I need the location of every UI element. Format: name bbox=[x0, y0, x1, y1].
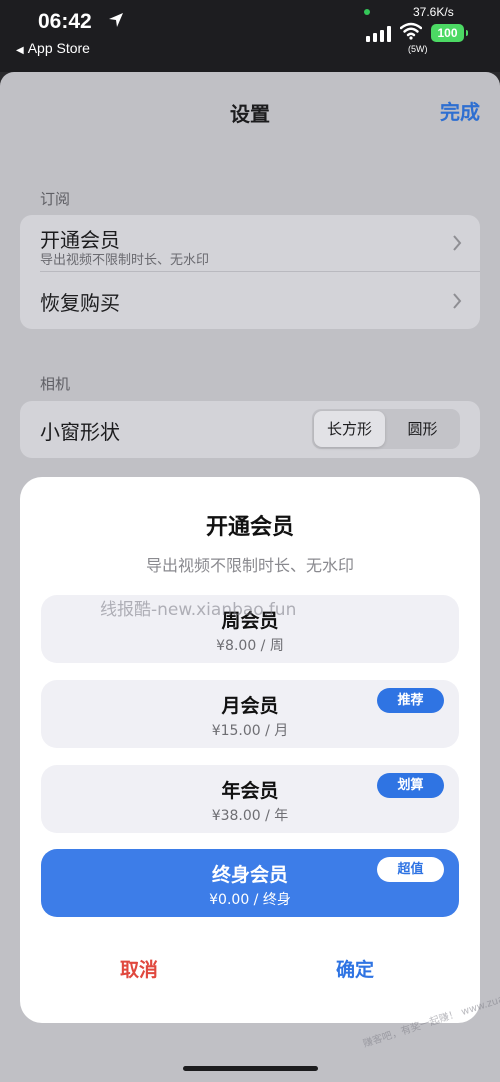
status-bar: 06:42 ◀ App Store 37.6K/s (5W) 100 bbox=[0, 0, 500, 72]
status-time: 06:42 bbox=[38, 10, 92, 33]
home-indicator[interactable] bbox=[183, 1066, 318, 1071]
plan-price: ¥38.00 / 年 bbox=[211, 808, 289, 824]
camera-group: 小窗形状 长方形 圆形 bbox=[20, 401, 480, 458]
plan-price: ¥8.00 / 周 bbox=[216, 638, 284, 654]
row-subtitle: 导出视频不限制时长、无水印 bbox=[40, 253, 210, 268]
page-title: 设置 bbox=[230, 102, 270, 126]
row-title: 恢复购买 bbox=[40, 291, 120, 315]
cellular-signal-icon bbox=[366, 26, 391, 42]
segment-circle[interactable]: 圆形 bbox=[387, 411, 458, 447]
back-app-label: App Store bbox=[27, 40, 90, 56]
plan-price: ¥0.00 / 终身 bbox=[209, 892, 291, 908]
membership-dialog: 开通会员 导出视频不限制时长、无水印 周会员 ¥8.00 / 周 线报酷-new… bbox=[20, 477, 480, 1023]
watermark-text: 线报酷-new.xianbao.fun bbox=[100, 600, 297, 620]
battery-icon: 100 bbox=[431, 24, 468, 42]
recommended-badge: 推荐 bbox=[377, 688, 444, 713]
cancel-button[interactable]: 取消 bbox=[120, 955, 158, 982]
section-header-subscription: 订阅 bbox=[40, 190, 71, 208]
plan-yearly[interactable]: 年会员 ¥38.00 / 年 划算 bbox=[41, 765, 459, 833]
wifi-label: (5W) bbox=[408, 44, 428, 54]
done-button[interactable]: 完成 bbox=[440, 96, 480, 125]
row-title-window-shape: 小窗形状 bbox=[40, 420, 120, 444]
dialog-subtitle: 导出视频不限制时长、无水印 bbox=[145, 556, 354, 575]
back-to-app-link[interactable]: ◀ App Store bbox=[16, 40, 90, 56]
row-restore-purchase[interactable]: 恢复购买 bbox=[20, 272, 480, 329]
privacy-indicator-icon bbox=[364, 9, 370, 15]
wifi-icon bbox=[400, 22, 422, 40]
plan-price: ¥15.00 / 月 bbox=[211, 723, 289, 739]
location-arrow-icon bbox=[109, 13, 123, 27]
section-header-camera: 相机 bbox=[40, 375, 71, 393]
subscription-group: 开通会员 导出视频不限制时长、无水印 恢复购买 bbox=[20, 215, 480, 329]
chevron-right-icon bbox=[453, 235, 462, 251]
window-shape-segmented-control: 长方形 圆形 bbox=[312, 409, 460, 449]
segment-rectangle[interactable]: 长方形 bbox=[314, 411, 385, 447]
plan-lifetime[interactable]: 终身会员 ¥0.00 / 终身 超值 bbox=[41, 849, 459, 917]
value-badge: 划算 bbox=[377, 773, 444, 798]
row-become-member[interactable]: 开通会员 导出视频不限制时长、无水印 bbox=[20, 215, 480, 271]
chevron-right-icon bbox=[453, 293, 462, 309]
network-speed: 37.6K/s bbox=[413, 5, 454, 19]
plan-monthly[interactable]: 月会员 ¥15.00 / 月 推荐 bbox=[41, 680, 459, 748]
confirm-button[interactable]: 确定 bbox=[336, 955, 374, 982]
dialog-title: 开通会员 bbox=[205, 515, 294, 540]
back-triangle-icon: ◀ bbox=[16, 45, 24, 56]
super-value-badge: 超值 bbox=[377, 857, 444, 882]
